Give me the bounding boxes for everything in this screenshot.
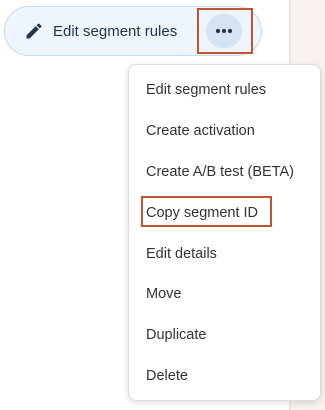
menu-item-copy-segment-id[interactable]: Copy segment ID	[129, 192, 320, 233]
menu-item-edit-segment-rules[interactable]: Edit segment rules	[129, 70, 320, 111]
menu-item-edit-details[interactable]: Edit details	[129, 233, 320, 274]
pencil-icon	[24, 21, 44, 41]
menu-item-create-ab-test[interactable]: Create A/B test (BETA)	[129, 152, 320, 193]
menu-item-create-activation[interactable]: Create activation	[129, 111, 320, 152]
more-options-button[interactable]	[206, 14, 242, 48]
segment-options-menu: Edit segment rules Create activation Cre…	[128, 64, 321, 401]
edit-segment-rules-label: Edit segment rules	[53, 22, 178, 40]
menu-item-duplicate[interactable]: Duplicate	[129, 315, 320, 356]
edit-segment-rules-button[interactable]: Edit segment rules	[24, 16, 177, 46]
menu-item-delete[interactable]: Delete	[129, 356, 320, 397]
menu-item-move[interactable]: Move	[129, 274, 320, 315]
more-horizontal-icon	[215, 28, 233, 34]
